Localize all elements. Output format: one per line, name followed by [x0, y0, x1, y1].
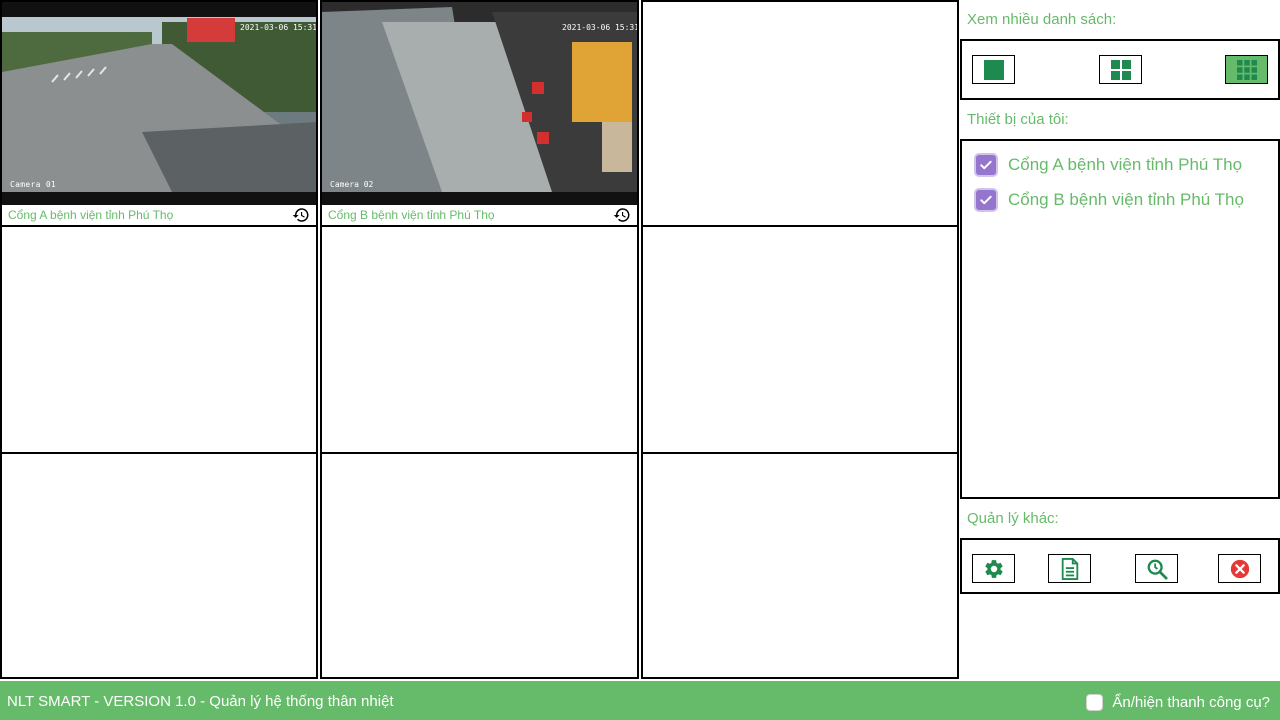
check-icon [980, 195, 992, 205]
camera-cell-2[interactable]: 2021-03-06 15:31:30 Camera 02 Cổng B bện… [320, 0, 639, 227]
check-icon [980, 160, 992, 170]
my-devices-label: Thiết bị của tôi: [967, 111, 1069, 128]
search-zoom-icon [1147, 559, 1168, 580]
exit-button[interactable] [1218, 554, 1261, 583]
app-version-title: NLT SMART - VERSION 1.0 - Quản lý hệ thố… [7, 693, 394, 710]
toolbar-toggle[interactable]: Ẩn/hiện thanh công cụ? [1086, 694, 1270, 711]
toolbar-toggle-checkbox[interactable] [1086, 694, 1104, 711]
camera-cell-9[interactable] [641, 452, 959, 679]
device-item-a[interactable]: Cổng A bệnh viện tỉnh Phú Thọ [974, 152, 1242, 178]
history-icon[interactable] [613, 206, 631, 224]
camera-b-caption-bar: Cổng B bệnh viện tỉnh Phú Thọ [322, 205, 637, 225]
camera-feed-b[interactable]: 2021-03-06 15:31:30 Camera 02 [322, 2, 637, 207]
camera-a-caption: Cổng A bệnh viện tỉnh Phú Thọ [8, 208, 174, 222]
camera-a-osd-time: 2021-03-06 15:31:30 [240, 23, 316, 32]
camera-cell-5[interactable] [320, 225, 639, 454]
camera-b-osd-time: 2021-03-06 15:31:30 [562, 23, 637, 32]
layout-2x2-button[interactable] [1099, 55, 1142, 84]
device-list: Cổng A bệnh viện tỉnh Phú Thọ Cổng B bện… [960, 139, 1280, 499]
grid-2x2-icon [1110, 59, 1131, 80]
camera-cell-8[interactable] [320, 452, 639, 679]
other-tools [960, 538, 1280, 594]
layout-selector [960, 39, 1280, 100]
camera-feed-a-image: Camera 01 2021-03-06 15:31:30 [2, 2, 316, 207]
camera-cell-3[interactable] [641, 0, 959, 227]
camera-cell-6[interactable] [641, 225, 959, 454]
document-icon [1061, 557, 1078, 580]
device-a-label: Cổng A bệnh viện tỉnh Phú Thọ [1008, 155, 1243, 174]
view-layout-label: Xem nhiều danh sách: [967, 11, 1117, 28]
device-a-checkbox[interactable] [974, 153, 998, 177]
app-window: Camera 01 2021-03-06 15:31:30 Cổng A bện… [0, 0, 1280, 720]
camera-cell-4[interactable] [0, 225, 318, 454]
layout-1x1-button[interactable] [972, 55, 1015, 84]
other-management-label: Quản lý khác: [967, 510, 1059, 527]
camera-a-osd-name: Camera 01 [10, 180, 56, 189]
camera-cell-7[interactable] [0, 452, 318, 679]
report-button[interactable] [1048, 554, 1091, 583]
camera-feed-a[interactable]: Camera 01 2021-03-06 15:31:30 [2, 2, 316, 207]
camera-cell-1[interactable]: Camera 01 2021-03-06 15:31:30 Cổng A bện… [0, 0, 318, 227]
camera-a-caption-bar: Cổng A bệnh viện tỉnh Phú Thọ [2, 205, 316, 225]
device-b-checkbox[interactable] [974, 188, 998, 212]
device-b-label: Cổng B bệnh viện tỉnh Phú Thọ [1008, 190, 1244, 209]
settings-button[interactable] [972, 554, 1015, 583]
close-circle-icon [1230, 559, 1249, 578]
device-item-b[interactable]: Cổng B bệnh viện tỉnh Phú Thọ [974, 187, 1244, 213]
settings-icon [984, 559, 1003, 578]
layout-3x3-button[interactable] [1225, 55, 1268, 84]
camera-b-caption: Cổng B bệnh viện tỉnh Phú Thọ [328, 208, 495, 222]
toolbar-toggle-label: Ẩn/hiện thanh công cụ? [1112, 694, 1270, 711]
grid-1x1-icon [983, 59, 1004, 80]
camera-feed-b-image: 2021-03-06 15:31:30 Camera 02 [322, 2, 637, 207]
camera-b-osd-name: Camera 02 [330, 180, 374, 189]
grid-3x3-icon [1236, 59, 1257, 80]
search-button[interactable] [1135, 554, 1178, 583]
status-bar: NLT SMART - VERSION 1.0 - Quản lý hệ thố… [0, 681, 1280, 720]
history-icon[interactable] [292, 206, 310, 224]
